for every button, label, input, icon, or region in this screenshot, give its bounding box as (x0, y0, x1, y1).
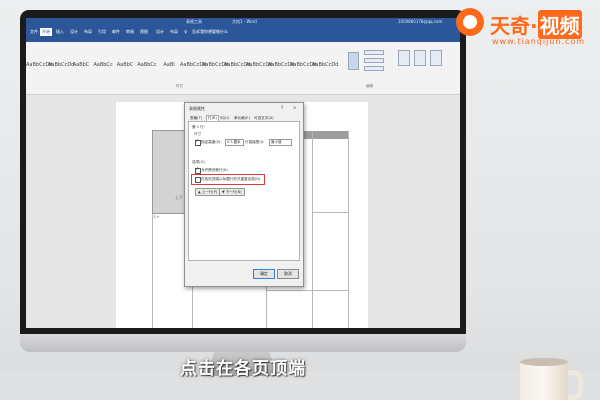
tab-insert[interactable]: 插入 (56, 29, 64, 35)
specify-height-label: 指定高度(S): (201, 140, 222, 144)
file-title: 文档1 - Word (232, 19, 257, 24)
style-preview[interactable]: AaBbCcDd (268, 56, 294, 74)
lightbulb-icon[interactable]: ♀ (184, 29, 187, 34)
style-preview[interactable]: AaBbCcDd (202, 56, 228, 74)
brand-logo: 天奇· 视频 www.tianqijun.com (456, 6, 596, 50)
next-row-button[interactable]: ▼ 下一行(N) (219, 188, 245, 196)
doc-icon[interactable] (414, 50, 426, 66)
style-preview[interactable]: AaBbC (70, 56, 92, 74)
dialog-title: 表格属性 (189, 106, 205, 111)
style-preview[interactable]: AaBbCcDd (26, 56, 52, 74)
account-name[interactable]: 1050860178@qq.com (398, 19, 442, 24)
ribbon-panel: AaBbCcDd AaBbCcDd AaBbC AaBbCc AaBbC AaB… (26, 42, 460, 95)
dialog-body: 第 1 行: 尺寸 指定高度(S): 0.5 厘米 行高值是(I): 最小值 选… (188, 121, 300, 261)
tab-table-design[interactable]: 设计 (156, 29, 164, 35)
style-preview[interactable]: AaBbCc (136, 56, 158, 74)
style-preview[interactable]: AaBl (158, 56, 180, 74)
logo-text: 天奇· 视频 (490, 10, 582, 39)
style-preview[interactable]: AaBbCc (92, 56, 114, 74)
style-preview[interactable]: AaBbCcDd (224, 56, 250, 74)
video-subtitle: 点击在各页顶端 (180, 359, 306, 379)
options-section-label: 选项(O) (192, 160, 205, 164)
logo-url: www.tianqijun.com (492, 37, 586, 46)
table-properties-dialog: 表格属性 ? × 表格(T) 行(R) 列(U) 单元格(E) 可选文字(A) … (184, 102, 304, 287)
style-preview[interactable]: AaBbCcDd (312, 56, 338, 74)
ok-button[interactable]: 确定 (253, 269, 275, 279)
logo-mark-icon (456, 8, 484, 36)
style-preview[interactable]: AaBbCcDd (180, 56, 206, 74)
tab-mailings[interactable]: 邮件 (112, 29, 120, 35)
coffee-mug (520, 354, 583, 400)
monitor-screen: 表格工具 文档1 - Word 1050860178@qq.com 文件 开始 … (26, 18, 460, 328)
image-caption: 上下 (175, 195, 183, 200)
style-preview[interactable]: AaBbCcDd (48, 56, 74, 74)
doc-icon[interactable] (430, 50, 442, 66)
style-pane-icon[interactable] (348, 52, 359, 70)
tab-home[interactable]: 开始 (40, 28, 52, 36)
tab-design[interactable]: 设计 (70, 29, 78, 35)
tell-me-box[interactable]: 告诉我你想要做什么 (192, 29, 228, 35)
tab-references[interactable]: 引用 (98, 29, 106, 35)
mug-rim (520, 358, 568, 366)
row-number-label: 第 1 行: (192, 125, 205, 129)
table-border (348, 131, 349, 328)
table-border (266, 290, 348, 291)
mug-body (520, 362, 568, 400)
row-height-label: 行高值是(I): (245, 140, 265, 144)
image-caption: L+ (154, 214, 160, 219)
help-button[interactable]: ? (281, 105, 283, 110)
cancel-button[interactable]: 取消 (277, 269, 299, 279)
style-preview[interactable]: AaBbCcDd (290, 56, 316, 74)
repeat-header-label: 在各页顶端以标题行形式重复出现(H) (201, 177, 261, 181)
tab-review[interactable]: 审阅 (126, 29, 134, 35)
find-icon[interactable] (364, 50, 384, 55)
tab-view[interactable]: 视图 (140, 29, 148, 35)
close-icon[interactable]: × (293, 105, 296, 110)
tab-file[interactable]: 文件 (30, 29, 38, 35)
previous-row-button[interactable]: ▲ 上一行(P) (195, 188, 221, 196)
style-preview[interactable]: AaBbCcDd (246, 56, 272, 74)
allow-break-label: 允许跨页断行(K) (201, 168, 228, 172)
logo-text-a: 天奇· (490, 14, 538, 38)
size-section-label: 尺寸 (194, 132, 202, 136)
table-border (312, 131, 313, 328)
logo-text-b: 视频 (537, 10, 582, 39)
replace-icon[interactable] (364, 58, 384, 63)
context-tool-title: 表格工具 (186, 19, 202, 24)
group-label-edit: 编辑 (366, 84, 373, 88)
tab-layout[interactable]: 布局 (84, 29, 92, 35)
select-icon[interactable] (364, 66, 384, 71)
tab-table-layout[interactable]: 布局 (170, 29, 178, 35)
table-border (312, 212, 348, 213)
monitor-chin (20, 334, 466, 352)
ribbon-tabs: 文件 开始 插入 设计 布局 引用 邮件 审阅 视图 设计 布局 ♀ 告诉我你想… (26, 26, 460, 42)
word-title-bar: 表格工具 文档1 - Word 1050860178@qq.com (26, 18, 460, 26)
row-height-select[interactable]: 最小值 (269, 139, 292, 146)
style-preview[interactable]: AaBbC (114, 56, 136, 74)
group-label-styles: 样式 (176, 84, 183, 88)
doc-icon[interactable] (398, 50, 410, 66)
height-value-input[interactable]: 0.5 厘米 (225, 139, 244, 146)
